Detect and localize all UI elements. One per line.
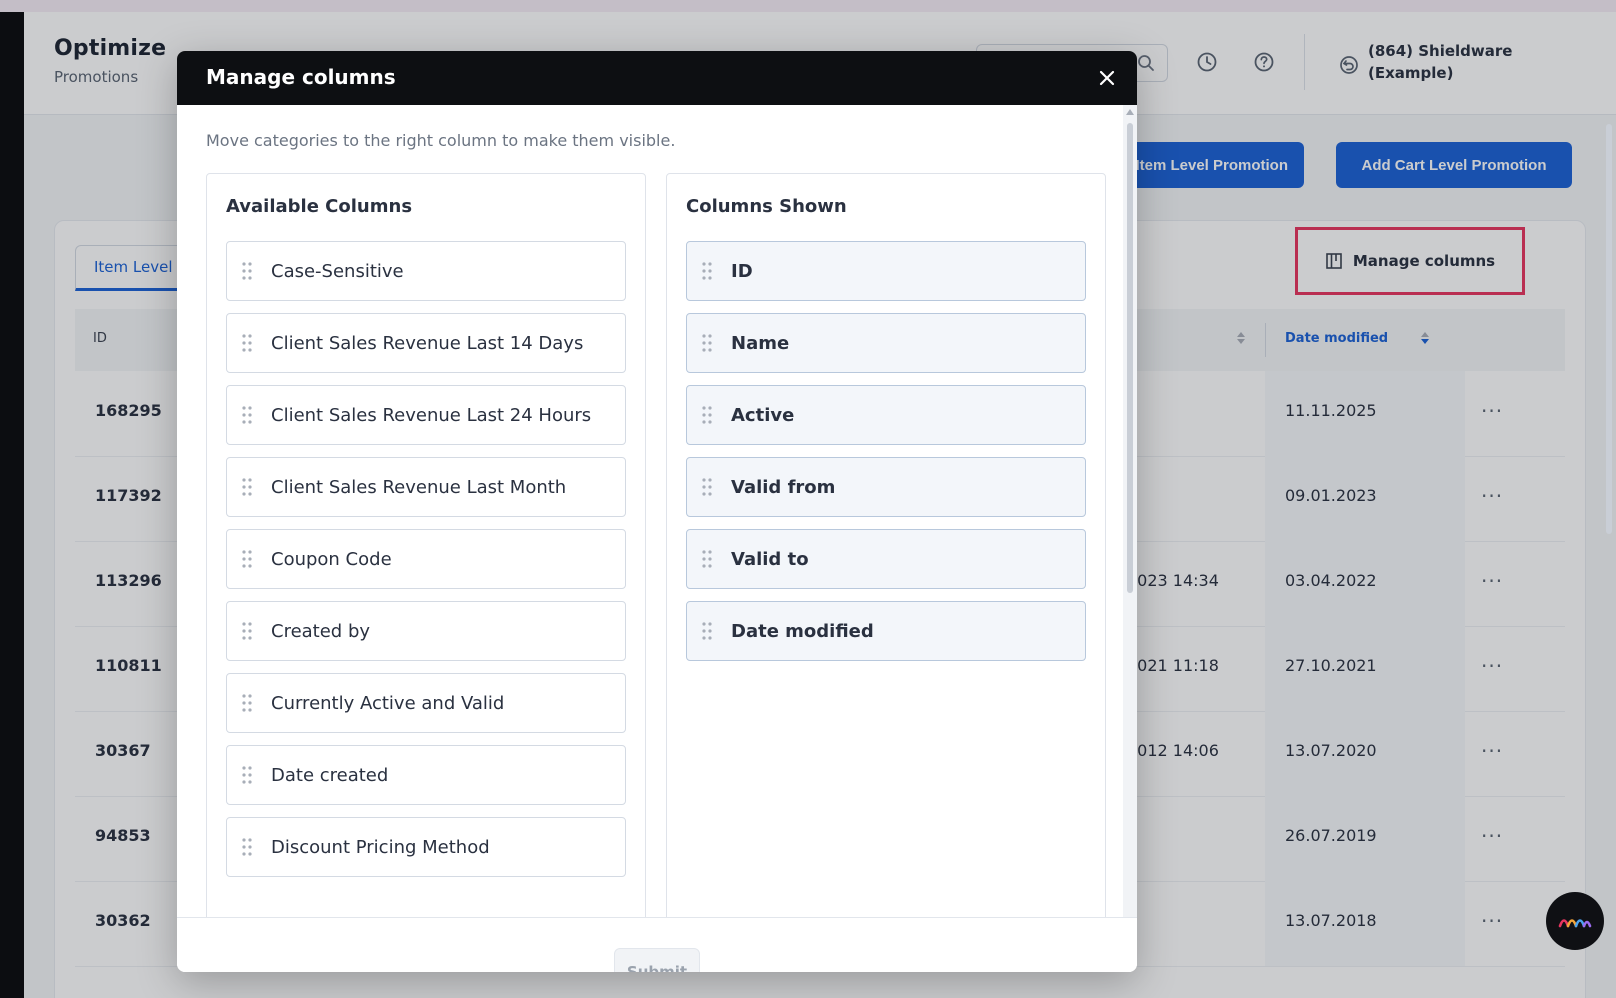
shown-column-item[interactable]: Name <box>686 313 1086 373</box>
available-column-label: Client Sales Revenue Last 14 Days <box>271 332 584 354</box>
available-column-item[interactable]: Discount Pricing Method <box>226 817 626 877</box>
modal-scrollbar-thumb[interactable] <box>1127 123 1133 593</box>
scroll-up-arrow-icon[interactable] <box>1126 109 1134 115</box>
modal-scrollbar[interactable] <box>1123 105 1137 917</box>
manage-columns-modal: Manage columns Move categories to the ri… <box>177 51 1137 972</box>
drag-handle-icon[interactable] <box>241 837 253 857</box>
drag-handle-icon[interactable] <box>241 333 253 353</box>
close-icon <box>1099 70 1115 86</box>
shown-column-label: ID <box>731 260 753 282</box>
shown-column-item[interactable]: Valid to <box>686 529 1086 589</box>
available-column-item[interactable]: Created by <box>226 601 626 661</box>
modal-header: Manage columns <box>177 51 1137 105</box>
drag-handle-icon[interactable] <box>701 405 713 425</box>
shown-column-item[interactable]: Valid from <box>686 457 1086 517</box>
available-column-label: Created by <box>271 620 371 642</box>
available-column-label: Case-Sensitive <box>271 260 404 282</box>
chat-assistant-button[interactable] <box>1546 892 1604 950</box>
drag-handle-icon[interactable] <box>701 621 713 641</box>
shown-column-item[interactable]: ID <box>686 241 1086 301</box>
available-column-label: Client Sales Revenue Last 24 Hours <box>271 404 592 426</box>
available-column-item[interactable]: Currently Active and Valid <box>226 673 626 733</box>
modal-footer: Submit <box>177 917 1137 972</box>
available-columns-title: Available Columns <box>226 196 413 217</box>
shown-column-label: Active <box>731 404 795 426</box>
drag-handle-icon[interactable] <box>241 693 253 713</box>
shown-column-label: Valid from <box>731 476 836 498</box>
available-columns-panel: Available Columns Case-Sensitive Client … <box>206 173 646 917</box>
drag-handle-icon[interactable] <box>701 549 713 569</box>
modal-title: Manage columns <box>206 65 396 89</box>
chat-assistant-icon <box>1558 919 1592 928</box>
modal-body: Available Columns Case-Sensitive Client … <box>177 105 1123 917</box>
available-column-item[interactable]: Date created <box>226 745 626 805</box>
available-column-item[interactable]: Client Sales Revenue Last Month <box>226 457 626 517</box>
page-scrollbar-thumb[interactable] <box>1606 124 1612 534</box>
drag-handle-icon[interactable] <box>241 261 253 281</box>
available-column-item[interactable]: Client Sales Revenue Last 24 Hours <box>226 385 626 445</box>
shown-column-label: Valid to <box>731 548 809 570</box>
shown-column-label: Date modified <box>731 620 874 642</box>
drag-handle-icon[interactable] <box>701 477 713 497</box>
available-column-item[interactable]: Coupon Code <box>226 529 626 589</box>
submit-button[interactable]: Submit <box>614 948 700 972</box>
page-scrollbar[interactable] <box>1604 112 1614 998</box>
available-column-item[interactable]: Case-Sensitive <box>226 241 626 301</box>
available-column-label: Currently Active and Valid <box>271 692 505 714</box>
drag-handle-icon[interactable] <box>701 261 713 281</box>
columns-shown-title: Columns Shown <box>686 196 847 217</box>
available-column-label: Discount Pricing Method <box>271 836 490 858</box>
available-column-label: Client Sales Revenue Last Month <box>271 476 567 498</box>
drag-handle-icon[interactable] <box>701 333 713 353</box>
drag-handle-icon[interactable] <box>241 549 253 569</box>
drag-handle-icon[interactable] <box>241 405 253 425</box>
shown-column-item[interactable]: Active <box>686 385 1086 445</box>
shown-column-item[interactable]: Date modified <box>686 601 1086 661</box>
drag-handle-icon[interactable] <box>241 765 253 785</box>
available-column-label: Date created <box>271 764 389 786</box>
available-column-label: Coupon Code <box>271 548 392 570</box>
shown-column-label: Name <box>731 332 790 354</box>
drag-handle-icon[interactable] <box>241 477 253 497</box>
drag-handle-icon[interactable] <box>241 621 253 641</box>
columns-shown-panel: Columns Shown ID Name Active Valid from <box>666 173 1106 917</box>
close-button[interactable] <box>1093 64 1121 92</box>
available-column-item[interactable]: Client Sales Revenue Last 14 Days <box>226 313 626 373</box>
